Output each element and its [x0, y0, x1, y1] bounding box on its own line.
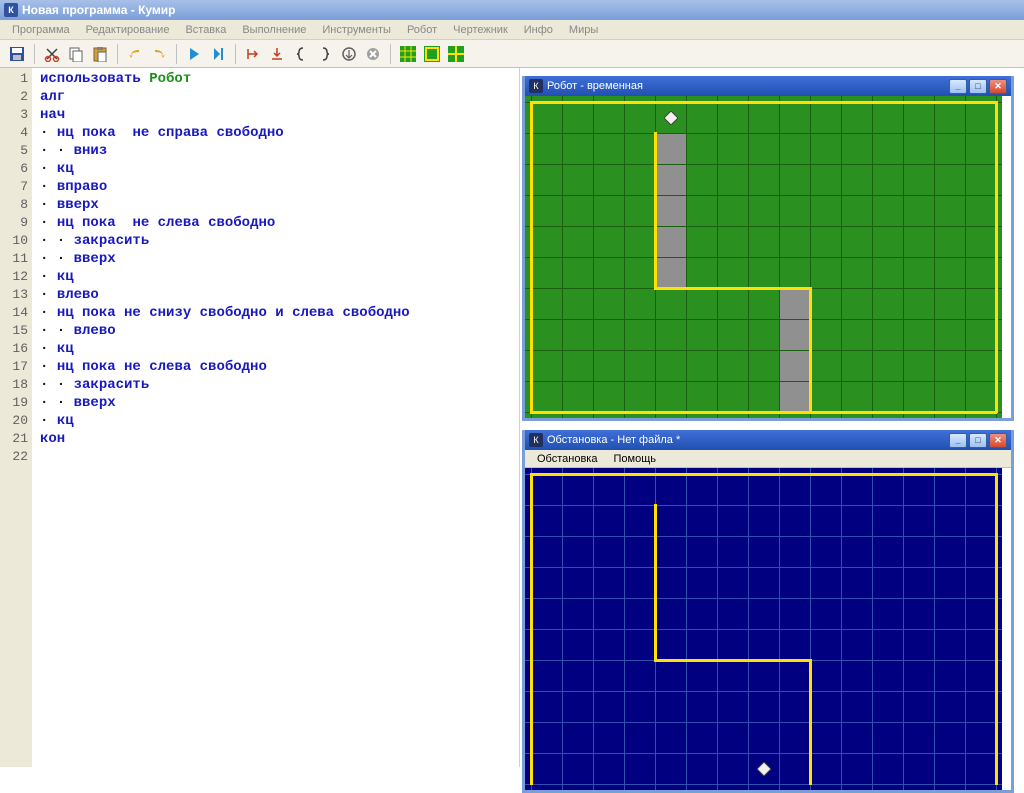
brace-close-icon[interactable] — [314, 43, 336, 65]
maximize-icon[interactable]: □ — [969, 79, 987, 94]
minimize-icon[interactable]: _ — [949, 79, 967, 94]
main-titlebar: К Новая программа - Кумир — [0, 0, 1024, 20]
save-icon[interactable] — [6, 43, 28, 65]
code-area[interactable]: использовать Роботалгнач· нц пока не спр… — [32, 68, 519, 767]
menu-Вставка[interactable]: Вставка — [177, 24, 234, 36]
robot-marker — [664, 111, 678, 125]
line-gutter: 12345678910111213141516171819202122 — [0, 68, 32, 767]
brace-open-icon[interactable] — [290, 43, 312, 65]
step-over-icon[interactable] — [266, 43, 288, 65]
redo-icon[interactable] — [148, 43, 170, 65]
menu-Программа[interactable]: Программа — [4, 24, 78, 36]
env-app-icon: К — [529, 433, 543, 447]
undo-icon[interactable] — [124, 43, 146, 65]
maximize-icon[interactable]: □ — [969, 433, 987, 448]
env-window-title: Обстановка - Нет файла * — [547, 434, 949, 446]
cut-icon[interactable] — [41, 43, 63, 65]
main-menubar: ПрограммаРедактированиеВставкаВыполнение… — [0, 20, 1024, 40]
stop-icon[interactable] — [362, 43, 384, 65]
menu-Чертежник[interactable]: Чертежник — [445, 24, 516, 36]
grid2-icon[interactable] — [421, 43, 443, 65]
step-icon[interactable] — [207, 43, 229, 65]
copy-icon[interactable] — [65, 43, 87, 65]
robot-window: К Робот - временная _ □ ✕ — [522, 76, 1014, 421]
menu-Выполнение[interactable]: Выполнение — [234, 24, 314, 36]
grid3-icon[interactable] — [445, 43, 467, 65]
menu-Инфо[interactable]: Инфо — [516, 24, 561, 36]
grid1-icon[interactable] — [397, 43, 419, 65]
env-menubar: ОбстановкаПомощь — [525, 450, 1011, 468]
right-panel: К Робот - временная _ □ ✕ К Обстановка -… — [520, 68, 1024, 767]
menu-Миры[interactable]: Миры — [561, 24, 606, 36]
run-icon[interactable] — [183, 43, 205, 65]
paste-icon[interactable] — [89, 43, 111, 65]
menu-Инструменты[interactable]: Инструменты — [314, 24, 399, 36]
robot-window-title: Робот - временная — [547, 80, 949, 92]
minimize-icon[interactable]: _ — [949, 433, 967, 448]
app-title: Новая программа - Кумир — [22, 3, 176, 17]
main-toolbar — [0, 40, 1024, 68]
editor-panel: 12345678910111213141516171819202122 испо… — [0, 68, 520, 767]
environment-window: К Обстановка - Нет файла * _ □ ✕ Обстано… — [522, 430, 1014, 793]
robot-canvas[interactable] — [525, 96, 1002, 418]
step-into-icon[interactable] — [242, 43, 264, 65]
menu-Помощь[interactable]: Помощь — [605, 453, 664, 465]
robot-app-icon: К — [529, 79, 543, 93]
robot-marker — [757, 762, 771, 776]
app-icon: К — [4, 3, 18, 17]
robot-titlebar[interactable]: К Робот - временная _ □ ✕ — [525, 76, 1011, 96]
env-canvas[interactable] — [525, 468, 1002, 790]
env-titlebar[interactable]: К Обстановка - Нет файла * _ □ ✕ — [525, 430, 1011, 450]
menu-Обстановка[interactable]: Обстановка — [529, 453, 605, 465]
menu-Робот[interactable]: Робот — [399, 24, 445, 36]
step-out-icon[interactable] — [338, 43, 360, 65]
menu-Редактирование[interactable]: Редактирование — [78, 24, 178, 36]
close-icon[interactable]: ✕ — [989, 433, 1007, 448]
close-icon[interactable]: ✕ — [989, 79, 1007, 94]
